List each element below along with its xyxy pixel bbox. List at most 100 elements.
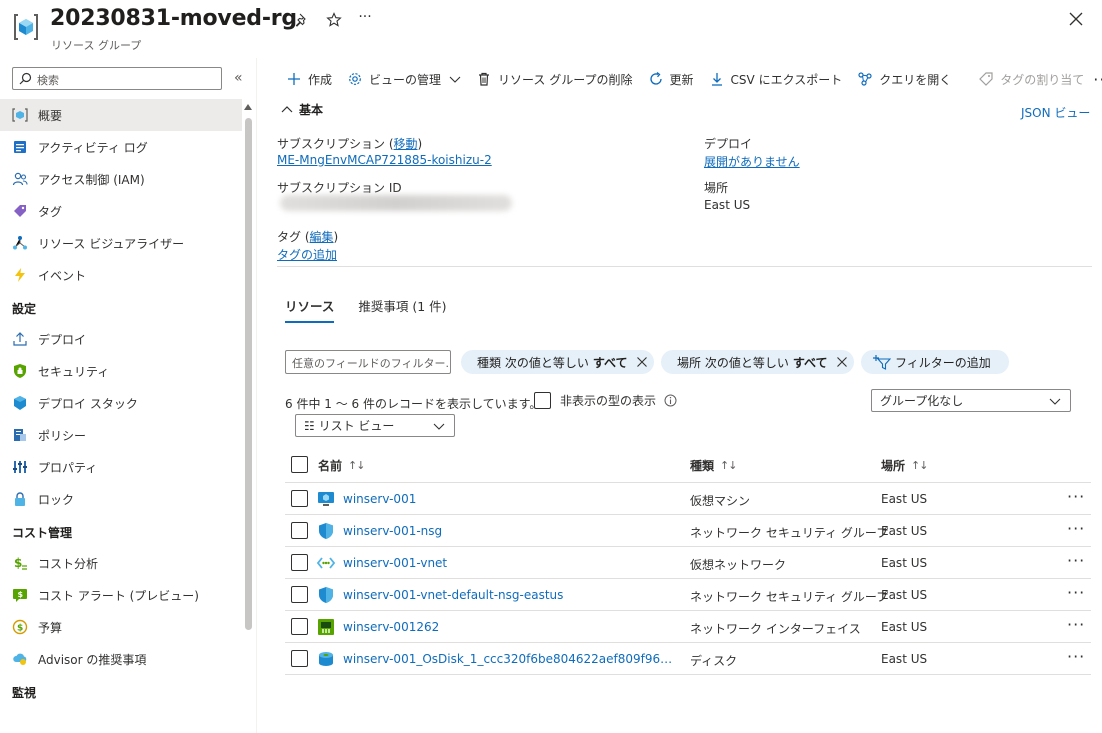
- export-csv-button[interactable]: CSV にエクスポート: [703, 64, 852, 94]
- create-button[interactable]: 作成: [280, 64, 341, 94]
- sidebar-item-security[interactable]: セキュリティ: [0, 355, 242, 387]
- table-row[interactable]: winserv-001-vnet-default-nsg-eastus ネットワ…: [285, 579, 1091, 611]
- sidebar-scrollbar[interactable]: [244, 102, 252, 733]
- resource-name-link[interactable]: winserv-001-vnet: [343, 556, 447, 570]
- row-checkbox[interactable]: [291, 650, 308, 667]
- subscription-move-link[interactable]: 移動: [394, 137, 418, 151]
- delete-resource-group-button[interactable]: リソース グループの削除: [470, 64, 642, 94]
- sidebar-search-input[interactable]: 検索: [12, 67, 222, 90]
- open-query-button[interactable]: クエリを開く: [851, 64, 960, 94]
- row-more-button[interactable]: ···: [1067, 487, 1085, 506]
- sidebar-item-policies[interactable]: ポリシー: [0, 419, 242, 451]
- row-more-button[interactable]: ···: [1067, 551, 1085, 570]
- resource-name-link[interactable]: winserv-001_OsDisk_1_ccc320f6be804622aef…: [343, 652, 679, 666]
- sidebar-item-locks[interactable]: ロック: [0, 483, 242, 515]
- sidebar-item-label: デプロイ スタック: [38, 396, 138, 411]
- scrollbar-thumb[interactable]: [245, 118, 252, 630]
- sort-icon[interactable]: ↑↓: [720, 459, 737, 472]
- resource-type: ネットワーク セキュリティ グループ: [690, 526, 889, 540]
- resource-name-link[interactable]: winserv-001262: [343, 620, 439, 634]
- resource-type: ディスク: [690, 654, 738, 668]
- essentials-toggle[interactable]: 基本: [281, 101, 323, 118]
- sidebar-item-cost-analysis[interactable]: $ コスト分析: [0, 547, 242, 579]
- column-header-location[interactable]: 場所 ↑↓: [881, 457, 928, 474]
- sort-icon[interactable]: ↑↓: [911, 459, 928, 472]
- toolbar-more-button[interactable]: ···: [1093, 70, 1102, 89]
- deployments-label: デプロイ: [704, 137, 753, 151]
- group-by-dropdown[interactable]: グループ化なし: [871, 389, 1071, 412]
- sidebar-item-overview[interactable]: 概要: [0, 99, 242, 131]
- row-more-button[interactable]: ···: [1067, 615, 1085, 634]
- table-row[interactable]: winserv-001-nsg ネットワーク セキュリティ グループ East …: [285, 515, 1091, 547]
- sidebar-item-deployments[interactable]: デプロイ: [0, 323, 242, 355]
- column-header-name[interactable]: 名前 ↑↓: [318, 457, 365, 474]
- collapse-sidebar-button[interactable]: «: [234, 70, 243, 86]
- advisor-icon: [12, 651, 28, 667]
- sidebar-item-cost-alerts[interactable]: $ コスト アラート (プレビュー): [0, 579, 242, 611]
- sidebar-item-deployment-stacks[interactable]: デプロイ スタック: [0, 387, 242, 419]
- sidebar-item-events[interactable]: イベント: [0, 259, 242, 291]
- resource-name-link[interactable]: winserv-001-nsg: [343, 524, 442, 538]
- star-icon[interactable]: [325, 11, 343, 29]
- sidebar-item-advisor[interactable]: Advisor の推奨事項: [0, 643, 242, 675]
- deployments-link[interactable]: 展開がありません: [704, 153, 800, 170]
- row-checkbox[interactable]: [291, 586, 308, 603]
- pin-icon[interactable]: [293, 11, 311, 29]
- sidebar-item-tags[interactable]: タグ: [0, 195, 242, 227]
- essentials-divider: [277, 266, 1092, 267]
- search-placeholder: 検索: [37, 74, 59, 87]
- budget-icon: $: [12, 619, 28, 635]
- virtual-machine-icon: [318, 492, 334, 506]
- table-row[interactable]: winserv-001_OsDisk_1_ccc320f6be804622aef…: [285, 643, 1091, 675]
- select-all-checkbox[interactable]: [291, 456, 308, 473]
- pill-field: 場所: [677, 355, 702, 370]
- table-row[interactable]: winserv-001 仮想マシン East US ···: [285, 483, 1091, 515]
- tab-recommendations[interactable]: 推奨事項 (1 件): [358, 292, 446, 323]
- refresh-button[interactable]: 更新: [642, 64, 703, 94]
- scroll-up-arrow-icon[interactable]: [244, 102, 252, 112]
- upload-icon: [12, 331, 28, 347]
- column-header-type[interactable]: 種類 ↑↓: [690, 457, 737, 474]
- type-filter-pill[interactable]: 種類 次の値と等しい すべて: [461, 350, 654, 374]
- add-filter-label: フィルターの追加: [895, 355, 991, 370]
- cube-stack-icon: [12, 395, 28, 411]
- row-more-button[interactable]: ···: [1067, 647, 1085, 666]
- tab-resources[interactable]: リソース: [285, 292, 335, 323]
- assign-tags-button[interactable]: タグの割り当て: [972, 64, 1093, 94]
- sidebar-item-activity-log[interactable]: アクティビティ ログ: [0, 131, 242, 163]
- row-checkbox[interactable]: [291, 490, 308, 507]
- show-hidden-checkbox[interactable]: [534, 392, 551, 409]
- show-hidden-types-toggle[interactable]: 非表示の型の表示: [534, 392, 677, 409]
- resource-name-link[interactable]: winserv-001: [343, 492, 416, 506]
- close-icon[interactable]: [1066, 9, 1086, 29]
- resource-location: East US: [881, 652, 928, 666]
- row-checkbox[interactable]: [291, 618, 308, 635]
- info-icon[interactable]: [664, 394, 677, 407]
- resource-name-link[interactable]: winserv-001-vnet-default-nsg-eastus: [343, 588, 563, 602]
- sidebar-item-properties[interactable]: プロパティ: [0, 451, 242, 483]
- tags-edit-link[interactable]: 編集: [310, 230, 334, 244]
- filter-input[interactable]: 任意のフィールドのフィルター...: [285, 350, 451, 374]
- location-filter-pill[interactable]: 場所 次の値と等しい すべて: [661, 350, 854, 374]
- manage-view-button[interactable]: ビューの管理: [341, 64, 470, 94]
- remove-filter-icon[interactable]: [636, 356, 648, 368]
- sort-icon[interactable]: ↑↓: [348, 459, 365, 472]
- view-dropdown[interactable]: ☷ リスト ビュー: [295, 414, 455, 437]
- table-row[interactable]: winserv-001-vnet 仮想ネットワーク East US ···: [285, 547, 1091, 579]
- add-tags-link[interactable]: タグの追加: [277, 246, 337, 263]
- pill-value: すべて: [792, 355, 828, 370]
- subscription-link[interactable]: ME-MngEnvMCAP721885-koishizu-2: [277, 153, 492, 167]
- row-checkbox[interactable]: [291, 554, 308, 571]
- json-view-link[interactable]: JSON ビュー: [1021, 104, 1090, 121]
- row-more-button[interactable]: ···: [1067, 583, 1085, 602]
- add-filter-button[interactable]: フィルターの追加: [861, 350, 1009, 374]
- sidebar-item-resource-visualizer[interactable]: リソース ビジュアライザー: [0, 227, 242, 259]
- table-row[interactable]: winserv-001262 ネットワーク インターフェイス East US ·…: [285, 611, 1091, 643]
- sidebar-item-access-control[interactable]: アクセス制御 (IAM): [0, 163, 242, 195]
- more-actions-icon[interactable]: ···: [356, 8, 374, 26]
- sidebar-item-budgets[interactable]: $ 予算: [0, 611, 242, 643]
- location-value: East US: [704, 198, 751, 212]
- row-more-button[interactable]: ···: [1067, 519, 1085, 538]
- row-checkbox[interactable]: [291, 522, 308, 539]
- remove-filter-icon[interactable]: [836, 356, 848, 368]
